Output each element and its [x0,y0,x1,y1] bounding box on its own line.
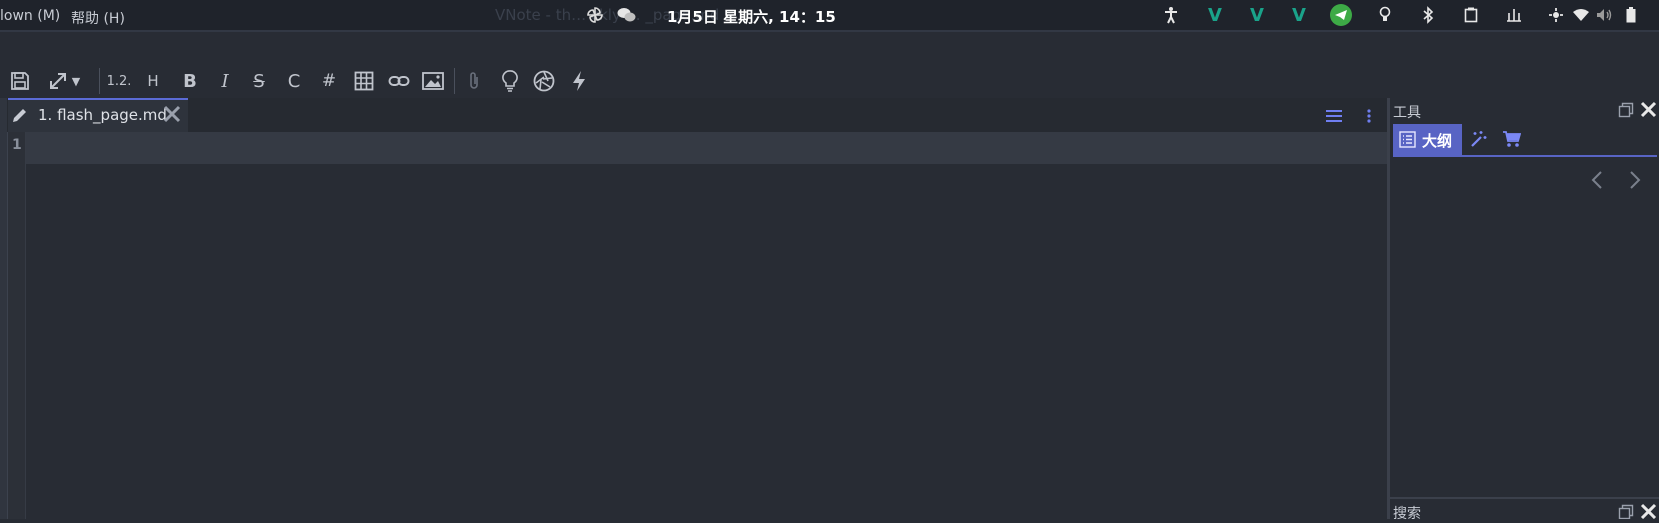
search-dock-title: 搜索 [1393,506,1421,522]
close-icon[interactable] [162,104,182,128]
cart-icon[interactable] [1502,130,1522,152]
bulb-icon[interactable] [495,66,525,96]
vnote-icon[interactable]: V [1204,4,1226,26]
tools-dock [1390,98,1659,519]
left-dock-edge[interactable] [0,98,8,519]
volume-icon[interactable] [1594,4,1616,26]
menu-markdown[interactable]: lown (M) [0,8,60,24]
italic-button[interactable]: I [210,66,240,96]
strikethrough-button[interactable]: S [244,66,274,96]
telegram-icon[interactable] [1330,4,1352,26]
markdown-editor[interactable] [8,132,1388,519]
close-icon[interactable] [1640,503,1657,523]
toolbar-separator [99,68,100,94]
bulb-icon[interactable] [1374,4,1396,26]
chevron-right-icon[interactable] [1629,170,1641,194]
wifi-icon[interactable] [1570,4,1592,26]
clock[interactable]: 1月5日 星期六, 14：15 [667,6,836,27]
attachment-icon[interactable] [459,66,489,96]
input-method-icon[interactable] [1503,4,1525,26]
more-vertical-icon[interactable] [1366,108,1372,128]
network-icon[interactable] [1545,4,1567,26]
wechat-icon[interactable] [616,4,638,26]
chevron-left-icon[interactable] [1591,170,1603,194]
battery-icon[interactable] [1620,4,1642,26]
menu-bar [0,32,1659,62]
toolbar-separator [454,68,455,94]
edit-pencil-icon [11,106,29,128]
current-line-highlight[interactable] [26,132,1388,164]
close-icon[interactable] [1640,101,1657,122]
float-dock-icon[interactable] [1618,504,1634,523]
magic-wand-icon[interactable] [1469,130,1487,152]
table-icon[interactable] [349,66,379,96]
editor-tab-label[interactable]: 1. flash_page.md [38,106,167,124]
dock-separator[interactable] [1390,497,1659,499]
tab-outline-label[interactable]: 大纲 [1422,130,1452,151]
vnote-icon[interactable]: V [1246,4,1268,26]
clipboard-icon[interactable] [1460,4,1482,26]
pinwheel-icon[interactable] [584,4,606,26]
editor-tab-bar [7,98,1387,132]
save-icon[interactable] [5,66,35,96]
ordered-list-button[interactable]: 1.2. [103,66,135,96]
dock-tab-underline [1393,155,1657,157]
line-number-gutter [8,132,26,519]
heading-button[interactable]: H [138,66,168,96]
dock-title: 工具 [1393,105,1421,121]
link-icon[interactable] [384,66,414,96]
float-dock-icon[interactable] [1618,102,1634,122]
vnote-icon[interactable]: V [1288,4,1310,26]
menu-help[interactable]: 帮助 (H) [71,8,125,28]
aperture-icon[interactable] [529,66,559,96]
line-number: 1 [12,137,22,153]
accessibility-icon[interactable] [1160,4,1182,26]
inline-code-button[interactable]: C [279,66,309,96]
tab-list-icon[interactable] [1325,109,1343,127]
outline-icon [1399,131,1416,152]
chevron-down-icon[interactable]: ▼ [67,66,85,96]
bold-button[interactable]: B [175,66,205,96]
bluetooth-icon[interactable] [1417,4,1439,26]
lightning-icon[interactable] [564,66,594,96]
code-block-button[interactable]: # [314,66,344,96]
image-icon[interactable] [418,66,448,96]
